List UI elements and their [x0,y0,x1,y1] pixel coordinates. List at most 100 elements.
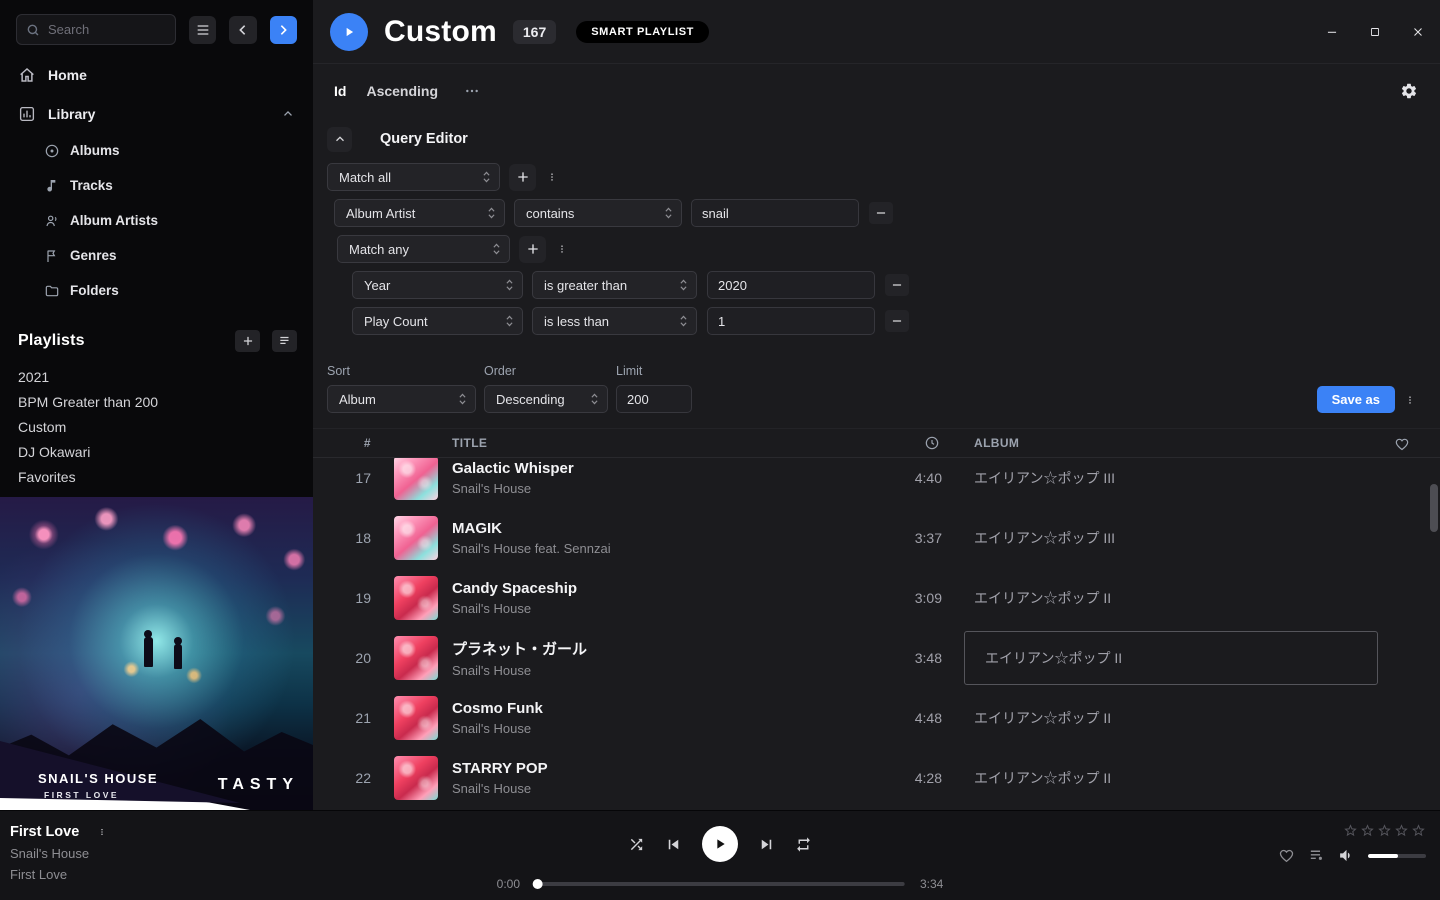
scrollbar-thumb[interactable] [1430,484,1438,532]
rule-kebab-icon[interactable] [545,169,559,185]
track-album[interactable]: エイリアン☆ポップ III [954,508,1384,568]
rule-value-input[interactable] [691,199,859,227]
now-playing-kebab-icon[interactable] [96,824,108,840]
rule-operator-select[interactable]: is less than [532,307,697,335]
sidebar-item-label: Folders [70,283,119,298]
elapsed-time: 0:00 [497,877,520,891]
star-outline-icon [1377,823,1392,838]
search-input[interactable] [48,22,166,37]
sort-direction-button[interactable]: Ascending [366,83,438,99]
track-title: Candy Spaceship [452,580,876,597]
table-row[interactable]: 22STARRY POPSnail's House4:28エイリアン☆ポップ I… [327,748,1384,808]
star-icon[interactable] [1360,823,1375,838]
repeat-button[interactable] [795,836,812,853]
add-playlist-button[interactable] [235,330,260,352]
playlist-item[interactable]: DJ Okawari [0,439,313,464]
play-button[interactable] [702,826,738,862]
volume-slider[interactable] [1368,854,1426,858]
settings-gear-icon[interactable] [1400,82,1418,100]
rule-value-input[interactable] [707,307,875,335]
playlist-list-button[interactable] [272,330,297,352]
column-favorite-heart-icon[interactable] [1394,436,1410,452]
now-playing-album-art[interactable]: SNAIL'S HOUSE FIRST LOVE TASTY [0,497,313,810]
star-icon[interactable] [1377,823,1392,838]
sidebar-item-genres[interactable]: Genres [0,238,313,273]
sidebar-item-albums[interactable]: Albums [0,133,313,168]
rule-operator-select[interactable]: contains [514,199,682,227]
add-group-rule-button[interactable] [519,236,546,263]
limit-input[interactable] [616,385,692,413]
sidebar-item-library[interactable]: Library [0,94,313,133]
album-art-thumbnail [394,516,438,560]
back-button[interactable] [229,16,256,44]
table-row[interactable]: 17Galactic WhisperSnail's House4:40エイリアン… [327,458,1384,508]
minimize-button[interactable] [1325,25,1339,39]
star-icon[interactable] [1343,823,1358,838]
remove-rule-button[interactable] [885,274,909,296]
rule-field-select[interactable]: Year [352,271,523,299]
add-rule-button[interactable] [509,164,536,191]
table-row[interactable]: 19Candy SpaceshipSnail's House3:09エイリアン☆… [327,568,1384,628]
focused-album-cell[interactable]: エイリアン☆ポップ II [964,631,1378,685]
star-icon[interactable] [1394,823,1409,838]
playlist-item[interactable]: Favorites [0,464,313,489]
seek-thumb[interactable] [533,879,543,889]
maximize-button[interactable] [1369,26,1381,38]
column-number[interactable]: # [327,436,381,450]
collapse-query-editor-button[interactable] [327,127,352,152]
queue-icon [1308,847,1325,864]
save-as-button[interactable]: Save as [1317,386,1395,413]
match-all-select[interactable]: Match all [327,163,500,191]
track-duration: 3:37 [876,530,954,546]
remove-rule-button[interactable] [885,310,909,332]
track-album[interactable]: エイリアン☆ポップ II [954,568,1384,628]
track-album[interactable]: エイリアン☆ポップ II [954,688,1384,748]
group-kebab-icon[interactable] [555,241,569,257]
shuffle-button[interactable] [628,836,645,853]
playlist-play-button[interactable] [330,13,368,51]
next-button[interactable] [757,835,776,854]
column-title[interactable]: TITLE [439,436,876,450]
menu-button[interactable] [189,16,216,44]
rule-operator-select[interactable]: is greater than [532,271,697,299]
sidebar-item-album-artists[interactable]: Album Artists [0,203,313,238]
sort-settings: Sort Album Order Descending Li [313,343,1440,413]
repeat-icon [795,836,812,853]
track-album[interactable]: エイリアン☆ポップ II [954,748,1384,808]
match-any-select[interactable]: Match any [337,235,510,263]
rule-field-select[interactable]: Play Count [352,307,523,335]
rule-value-input[interactable] [707,271,875,299]
search-box[interactable] [16,14,176,45]
sidebar-toolbar [0,0,313,55]
sidebar-item-tracks[interactable]: Tracks [0,168,313,203]
volume-button[interactable] [1338,847,1355,864]
table-row[interactable]: 18MAGIKSnail's House feat. Sennzai3:37エイ… [327,508,1384,568]
sort-field-button[interactable]: Id [334,83,346,99]
playlist-item[interactable]: 2021 [0,364,313,389]
order-select[interactable]: Descending [484,385,608,413]
column-duration[interactable] [876,435,954,451]
close-button[interactable] [1411,25,1425,39]
sidebar-item-folders[interactable]: Folders [0,273,313,308]
queue-button[interactable] [1308,847,1325,864]
seek-bar[interactable] [535,882,905,886]
track-album[interactable]: エイリアン☆ポップ III [954,458,1384,508]
column-album[interactable]: ALBUM [954,436,1384,450]
playlist-item[interactable]: BPM Greater than 200 [0,389,313,414]
rule-field-select[interactable]: Album Artist [334,199,505,227]
track-album[interactable]: エイリアン☆ポップ II [954,628,1384,688]
remove-rule-button[interactable] [869,202,893,224]
playlist-item[interactable]: Custom [0,414,313,439]
sidebar-item-home[interactable]: Home [0,55,313,94]
forward-button[interactable] [270,16,297,44]
table-row[interactable]: 21Cosmo FunkSnail's House4:48エイリアン☆ポップ I… [327,688,1384,748]
table-row[interactable]: 20プラネット・ガールSnail's House3:48エイリアン☆ポップ II [327,628,1384,688]
chevron-up-icon[interactable] [281,107,295,121]
previous-button[interactable] [664,835,683,854]
more-options-icon[interactable] [464,83,480,99]
favorite-button[interactable] [1278,847,1295,864]
sort-select[interactable]: Album [327,385,476,413]
save-kebab-icon[interactable] [1403,391,1417,409]
select-caret-icon [482,170,491,184]
star-icon[interactable] [1411,823,1426,838]
